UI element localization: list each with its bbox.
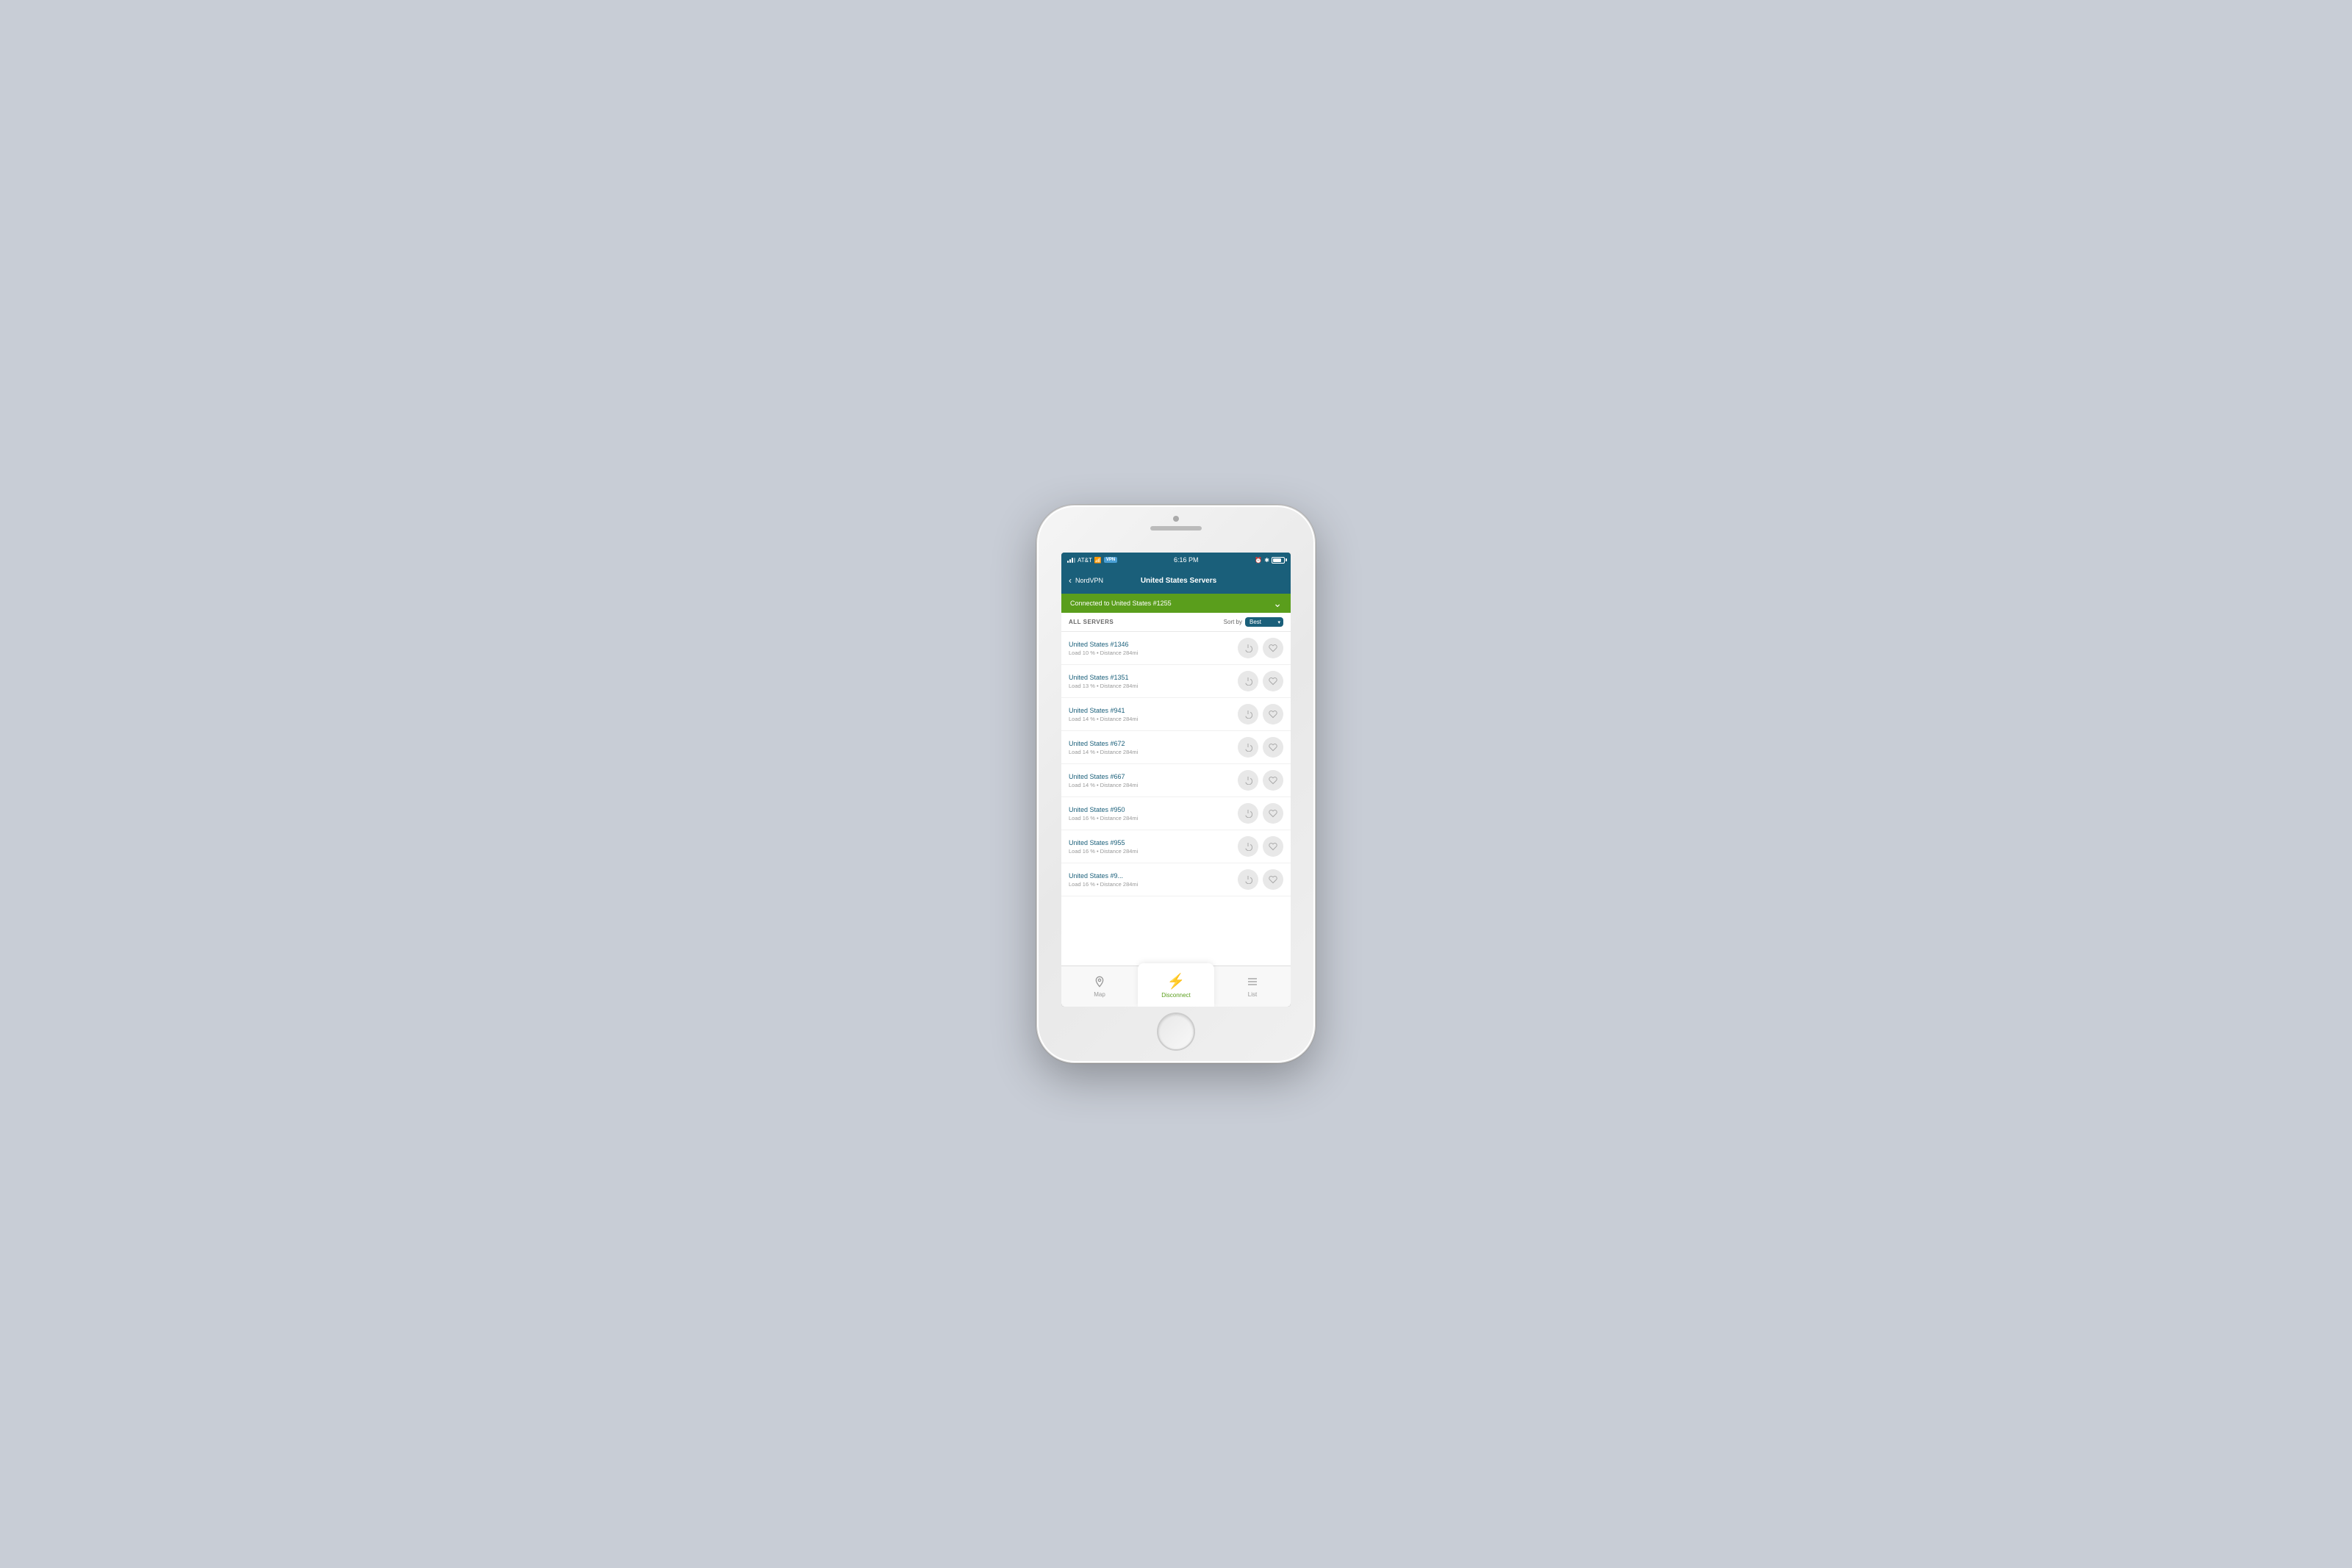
server-meta: Load 14 % • Distance 284mi xyxy=(1069,716,1238,722)
server-meta: Load 14 % • Distance 284mi xyxy=(1069,782,1238,788)
tab-disconnect-label: Disconnect xyxy=(1161,992,1191,999)
server-actions xyxy=(1238,869,1283,890)
battery-icon xyxy=(1272,557,1285,564)
server-actions xyxy=(1238,770,1283,791)
favorite-button[interactable] xyxy=(1263,737,1283,758)
phone-screen: AT&T 📶 VPN 6:16 PM ⏰ ✱ ‹ NordVPN xyxy=(1061,553,1291,1007)
server-actions xyxy=(1238,704,1283,724)
server-info: United States #941 Load 14 % • Distance … xyxy=(1069,707,1238,722)
sort-by-label: Sort by xyxy=(1224,619,1242,625)
sort-dropdown[interactable]: Best Load Distance xyxy=(1245,617,1283,627)
server-actions xyxy=(1238,638,1283,658)
tab-bar: Map ⚡ Disconnect List xyxy=(1061,965,1291,1007)
server-item: United States #9... Load 16 % • Distance… xyxy=(1061,863,1291,896)
status-time: 6:16 PM xyxy=(1174,556,1199,564)
server-meta: Load 10 % • Distance 284mi xyxy=(1069,650,1238,656)
connect-button[interactable] xyxy=(1238,836,1258,857)
status-right: ⏰ ✱ xyxy=(1255,557,1285,564)
home-button[interactable] xyxy=(1157,1013,1195,1051)
sort-wrapper: Best Load Distance ▾ xyxy=(1245,617,1283,627)
server-meta: Load 16 % • Distance 284mi xyxy=(1069,815,1238,821)
nav-bar: ‹ NordVPN United States Servers xyxy=(1061,567,1291,594)
server-item: United States #672 Load 14 % • Distance … xyxy=(1061,731,1291,764)
server-name: United States #941 xyxy=(1069,707,1238,714)
server-info: United States #672 Load 14 % • Distance … xyxy=(1069,740,1238,755)
server-name: United States #950 xyxy=(1069,806,1238,813)
phone-speaker xyxy=(1150,526,1202,531)
filter-bar: ALL SERVERS Sort by Best Load Distance ▾ xyxy=(1061,613,1291,632)
server-actions xyxy=(1238,836,1283,857)
phone-device: AT&T 📶 VPN 6:16 PM ⏰ ✱ ‹ NordVPN xyxy=(1036,505,1316,1063)
server-info: United States #667 Load 14 % • Distance … xyxy=(1069,773,1238,788)
server-info: United States #1346 Load 10 % • Distance… xyxy=(1069,641,1238,656)
wifi-icon: 📶 xyxy=(1094,557,1102,564)
status-bar: AT&T 📶 VPN 6:16 PM ⏰ ✱ xyxy=(1061,553,1291,567)
signal-icon xyxy=(1067,557,1075,563)
server-item: United States #1346 Load 10 % • Distance… xyxy=(1061,632,1291,665)
phone-camera-dot xyxy=(1173,516,1179,522)
tab-disconnect[interactable]: ⚡ Disconnect xyxy=(1138,963,1214,1007)
favorite-button[interactable] xyxy=(1263,704,1283,724)
tab-list[interactable]: List xyxy=(1214,966,1291,1007)
back-label: NordVPN xyxy=(1075,577,1103,584)
status-left: AT&T 📶 VPN xyxy=(1067,557,1117,564)
server-item: United States #1351 Load 13 % • Distance… xyxy=(1061,665,1291,698)
server-meta: Load 14 % • Distance 284mi xyxy=(1069,749,1238,755)
back-chevron-icon: ‹ xyxy=(1069,575,1072,586)
sort-container: Sort by Best Load Distance ▾ xyxy=(1224,617,1283,627)
server-actions xyxy=(1238,671,1283,691)
lightning-icon: ⚡ xyxy=(1167,972,1186,990)
server-item: United States #950 Load 16 % • Distance … xyxy=(1061,797,1291,830)
server-name: United States #1346 xyxy=(1069,641,1238,648)
server-item: United States #955 Load 16 % • Distance … xyxy=(1061,830,1291,863)
server-item: United States #667 Load 14 % • Distance … xyxy=(1061,764,1291,797)
server-info: United States #950 Load 16 % • Distance … xyxy=(1069,806,1238,821)
connect-button[interactable] xyxy=(1238,638,1258,658)
server-name: United States #672 xyxy=(1069,740,1238,747)
server-name: United States #955 xyxy=(1069,839,1238,846)
server-meta: Load 13 % • Distance 284mi xyxy=(1069,683,1238,689)
banner-chevron-icon: ⌄ xyxy=(1273,597,1282,610)
map-icon xyxy=(1094,976,1105,990)
nav-title: United States Servers xyxy=(1103,577,1254,585)
connect-button[interactable] xyxy=(1238,704,1258,724)
carrier-label: AT&T xyxy=(1078,557,1092,564)
server-item: United States #941 Load 14 % • Distance … xyxy=(1061,698,1291,731)
connect-button[interactable] xyxy=(1238,770,1258,791)
server-actions xyxy=(1238,737,1283,758)
connect-button[interactable] xyxy=(1238,671,1258,691)
connect-button[interactable] xyxy=(1238,803,1258,824)
tab-map-label: Map xyxy=(1094,991,1105,998)
tab-map[interactable]: Map xyxy=(1061,966,1138,1007)
server-info: United States #955 Load 16 % • Distance … xyxy=(1069,839,1238,855)
alarm-icon: ⏰ xyxy=(1255,557,1262,564)
server-meta: Load 16 % • Distance 284mi xyxy=(1069,848,1238,855)
favorite-button[interactable] xyxy=(1263,803,1283,824)
server-list: United States #1346 Load 10 % • Distance… xyxy=(1061,632,1291,965)
server-info: United States #9... Load 16 % • Distance… xyxy=(1069,872,1238,888)
favorite-button[interactable] xyxy=(1263,770,1283,791)
server-name: United States #1351 xyxy=(1069,674,1238,681)
server-name: United States #9... xyxy=(1069,872,1238,880)
vpn-badge: VPN xyxy=(1104,557,1117,563)
tab-list-label: List xyxy=(1248,991,1257,998)
favorite-button[interactable] xyxy=(1263,836,1283,857)
battery-fill xyxy=(1273,558,1281,562)
favorite-button[interactable] xyxy=(1263,671,1283,691)
back-button[interactable]: ‹ NordVPN xyxy=(1069,575,1103,586)
server-meta: Load 16 % • Distance 284mi xyxy=(1069,881,1238,888)
connected-banner-text: Connected to United States #1255 xyxy=(1070,600,1172,607)
bluetooth-icon: ✱ xyxy=(1264,557,1269,564)
list-icon xyxy=(1247,976,1258,990)
server-info: United States #1351 Load 13 % • Distance… xyxy=(1069,674,1238,689)
connected-banner[interactable]: Connected to United States #1255 ⌄ xyxy=(1061,594,1291,613)
phone-body: AT&T 📶 VPN 6:16 PM ⏰ ✱ ‹ NordVPN xyxy=(1036,505,1316,1063)
favorite-button[interactable] xyxy=(1263,869,1283,890)
server-name: United States #667 xyxy=(1069,773,1238,780)
server-actions xyxy=(1238,803,1283,824)
connect-button[interactable] xyxy=(1238,869,1258,890)
favorite-button[interactable] xyxy=(1263,638,1283,658)
connect-button[interactable] xyxy=(1238,737,1258,758)
all-servers-label: ALL SERVERS xyxy=(1069,619,1114,625)
